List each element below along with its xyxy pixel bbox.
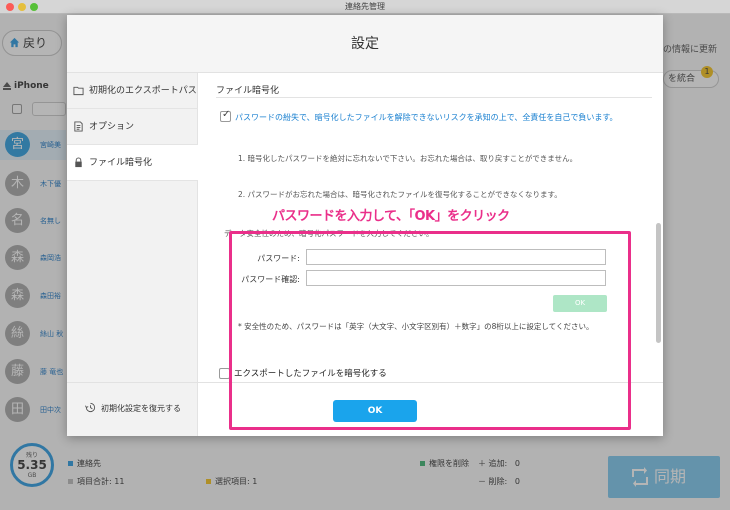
risk-accept-checkbox[interactable] bbox=[220, 109, 231, 122]
instruction-annotation: パスワードを入力して、「OK」をクリック bbox=[272, 209, 510, 224]
section-title: ファイル暗号化 bbox=[216, 86, 280, 96]
section-divider bbox=[216, 97, 652, 98]
nav-export-path[interactable]: 初期化のエクスポートパス bbox=[67, 73, 198, 109]
highlight-box bbox=[229, 231, 631, 430]
window-title: 連絡先管理 bbox=[345, 2, 385, 11]
note-2: 2. パスワードがお忘れた場合は、暗号化されたファイルを復号化することができなく… bbox=[238, 190, 562, 199]
dialog-title: 設定 bbox=[67, 15, 663, 73]
lock-icon bbox=[75, 157, 82, 168]
folder-icon bbox=[73, 86, 84, 96]
nav-options[interactable]: オプション bbox=[67, 109, 198, 145]
nav-export-path-label: 初期化のエクスポートパス bbox=[89, 86, 197, 96]
nav-file-encryption-label: ファイル暗号化 bbox=[89, 158, 153, 168]
note-1: 1. 暗号化したパスワードを絶対に忘れないで下さい。お忘れた場合は、取り戻すこと… bbox=[238, 154, 578, 163]
document-icon bbox=[74, 121, 83, 132]
window-titlebar: 連絡先管理 bbox=[0, 0, 730, 14]
nav-options-label: オプション bbox=[89, 122, 135, 132]
content-scrollbar[interactable] bbox=[656, 223, 661, 343]
nav-file-encryption[interactable]: ファイル暗号化 bbox=[67, 145, 198, 181]
risk-warning-text: パスワードの紛失で、暗号化したファイルを解除できないリスクを承知の上で、全責任を… bbox=[235, 113, 618, 122]
